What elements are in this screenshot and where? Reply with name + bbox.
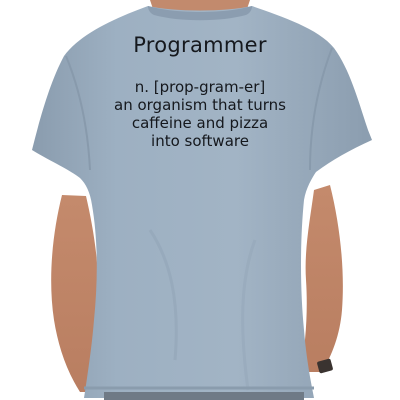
print-line-pronunciation: n. [prop-gram-er] — [134, 78, 266, 96]
print-line-definition-2: caffeine and pizza — [131, 114, 269, 132]
pants — [104, 392, 304, 400]
print-title: Programmer — [133, 33, 267, 57]
print-line-definition-1: an organism that turns — [114, 96, 286, 114]
product-photo: Programmer n. [prop-gram-er] an organism… — [0, 0, 400, 400]
print-line-definition-3: into software — [151, 132, 249, 150]
shirt-print: Programmer n. [prop-gram-er] an organism… — [90, 32, 310, 150]
right-arm — [300, 185, 343, 372]
